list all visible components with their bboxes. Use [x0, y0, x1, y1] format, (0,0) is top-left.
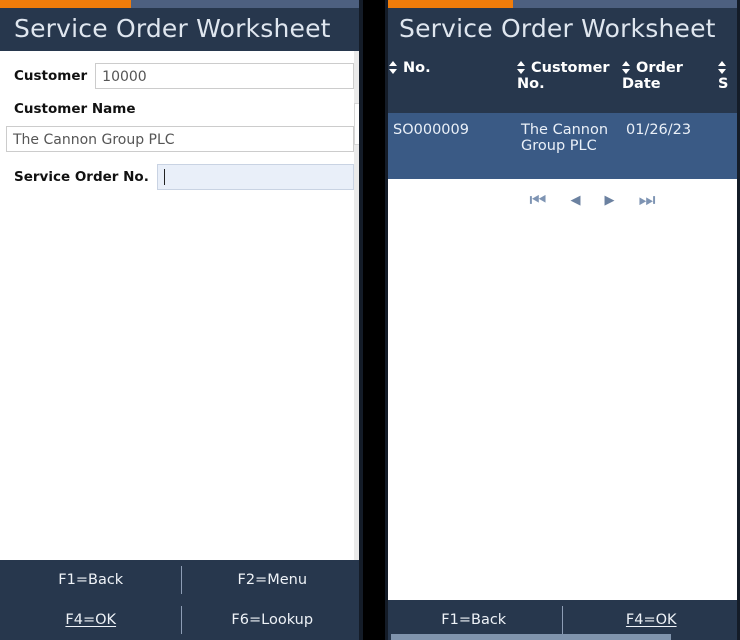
key-f1-back-label: F1=Back: [58, 572, 124, 588]
key-f4-ok-label: F4=OK: [625, 612, 677, 628]
right-hscrollbar-thumb[interactable]: [391, 634, 671, 640]
left-function-key-bar: F1=Back F2=Menu F4=OK F6=Lookup: [0, 560, 363, 640]
field-service-order-no-label: Service Order No.: [14, 169, 149, 185]
key-f1-back-label: F1=Back: [441, 612, 507, 628]
left-progress-bar: [0, 0, 363, 8]
service-order-table: No. Customer No. Order Date S SO000009 T…: [385, 51, 740, 179]
previous-page-icon[interactable]: ◀: [571, 194, 581, 207]
table-row[interactable]: SO000009 The Cannon Group PLC 01/26/23: [385, 113, 740, 179]
right-panel-left-edge: [385, 0, 388, 640]
cell-customer-no: The Cannon Group PLC: [513, 113, 618, 179]
key-f2-menu-label: F2=Menu: [237, 572, 308, 588]
field-customer-name: Customer Name: [0, 101, 363, 117]
service-order-grid: No. Customer No. Order Date S SO000009 T…: [385, 51, 740, 600]
key-f6-lookup-label: F6=Lookup: [231, 612, 314, 628]
sort-icon: [622, 61, 631, 74]
customer-name-input[interactable]: The Cannon Group PLC: [6, 126, 354, 152]
left-panel-edge: [359, 0, 363, 640]
key-f6-lookup[interactable]: F6=Lookup: [182, 600, 364, 640]
column-header-customer-no-label: Customer No.: [517, 60, 610, 92]
field-service-order-no: Service Order No.: [0, 164, 363, 190]
sort-icon: [718, 61, 727, 74]
field-customer-name-label: Customer Name: [14, 101, 136, 117]
right-page-title: Service Order Worksheet: [385, 8, 740, 51]
sort-icon: [517, 61, 526, 74]
key-f4-ok-label: F4=OK: [65, 612, 117, 628]
next-page-icon[interactable]: ▶: [605, 194, 615, 207]
right-progress-fill: [385, 0, 513, 8]
service-order-no-input[interactable]: [156, 164, 354, 190]
column-header-order-date[interactable]: Order Date: [618, 51, 716, 113]
cell-order-date: 01/26/23: [618, 113, 716, 179]
sort-icon: [389, 61, 398, 74]
left-form-panel: Service Order Worksheet Customer 10000 C…: [0, 0, 363, 640]
left-page-title: Service Order Worksheet: [0, 8, 363, 51]
field-customer-label: Customer: [14, 68, 88, 84]
customer-input[interactable]: 10000: [95, 63, 354, 89]
cell-no: SO000009: [385, 113, 513, 179]
column-header-order-date-label: Order Date: [622, 60, 683, 92]
first-page-icon[interactable]: ⏮: [529, 191, 546, 210]
text-caret: [163, 169, 165, 185]
right-horizontal-scrollbar[interactable]: [385, 634, 740, 640]
field-customer: Customer 10000: [0, 63, 363, 89]
last-page-icon[interactable]: ⏭: [639, 191, 656, 210]
column-header-status-label: S: [718, 76, 729, 92]
column-header-customer-no[interactable]: Customer No.: [513, 51, 618, 113]
column-header-no-label: No.: [403, 60, 431, 76]
left-form-body: Customer 10000 Customer Name The Cannon …: [0, 51, 363, 560]
key-f2-menu[interactable]: F2=Menu: [182, 560, 364, 600]
column-header-no[interactable]: No.: [385, 51, 513, 113]
screen: Service Order Worksheet Customer 10000 C…: [0, 0, 740, 640]
left-progress-fill: [0, 0, 131, 8]
right-progress-bar: [385, 0, 740, 8]
key-f4-ok[interactable]: F4=OK: [0, 600, 182, 640]
pagination-controls: ⏮ ◀ ▶ ⏭: [445, 179, 740, 210]
table-header-row: No. Customer No. Order Date S: [385, 51, 740, 113]
key-f1-back[interactable]: F1=Back: [0, 560, 182, 600]
right-function-key-bar: F1=Back F4=OK: [385, 600, 740, 640]
right-list-panel: Service Order Worksheet No. Customer No.…: [385, 0, 740, 640]
